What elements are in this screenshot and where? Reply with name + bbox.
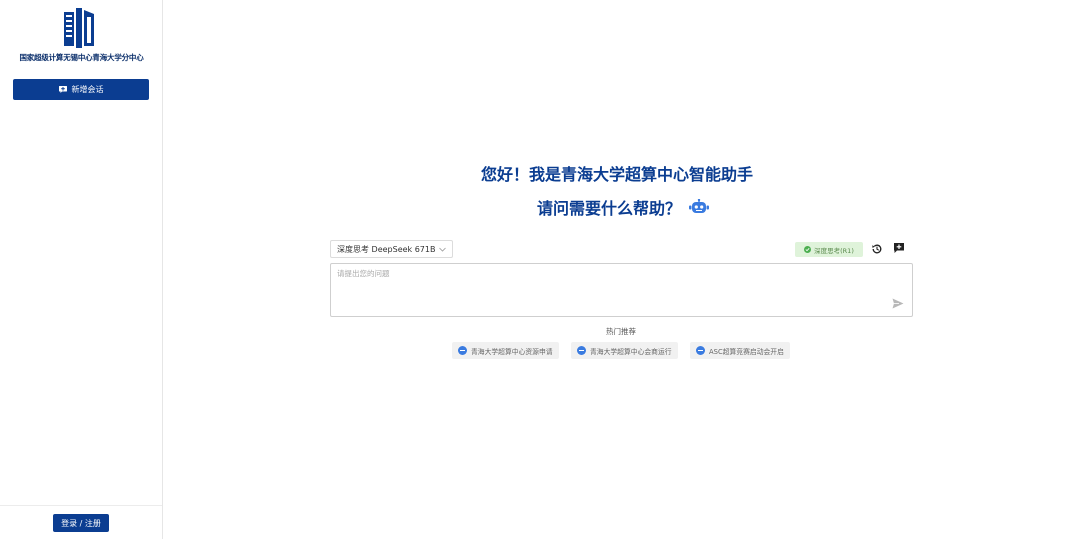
hot-item-label: 青海大学超算中心会商运行	[590, 347, 672, 356]
model-select-value: 深度思考 DeepSeek 671B	[337, 244, 436, 254]
chip-icon	[696, 346, 705, 355]
question-input[interactable]	[337, 268, 887, 312]
model-select[interactable]: 深度思考 DeepSeek 671B	[330, 240, 453, 258]
hot-item-label: 青海大学超算中心资源申请	[471, 347, 553, 356]
greeting-subtitle: 请问需要什么帮助？	[537, 195, 710, 219]
sidebar: 国家超级计算无锡中心青海大学分中心 新增会话 登录 / 注册	[0, 0, 163, 539]
chip-icon	[458, 346, 467, 355]
robot-icon	[689, 199, 710, 213]
hot-item-label: ASC超算竞赛启动会开启	[709, 347, 784, 356]
chat-plus-icon	[58, 86, 67, 93]
check-icon	[804, 246, 812, 253]
hot-item-resource-apply[interactable]: 青海大学超算中心资源申请	[452, 342, 559, 359]
new-chat-button[interactable]: 新增会话	[13, 79, 149, 100]
organization-name: 国家超级计算无锡中心青海大学分中心	[19, 53, 144, 62]
login-register-button[interactable]: 登录 / 注册	[53, 514, 109, 532]
chip-icon	[577, 346, 586, 355]
new-chat-label: 新增会话	[71, 85, 104, 94]
send-icon[interactable]	[892, 298, 904, 309]
hot-recommend-title: 热门推荐	[606, 327, 636, 336]
deep-think-toggle[interactable]: 深度思考(R1)	[795, 242, 863, 257]
question-input-box	[330, 263, 913, 317]
new-message-icon[interactable]	[893, 242, 905, 254]
sidebar-divider	[0, 505, 162, 506]
greeting-subtitle-text: 请问需要什么帮助？	[537, 199, 682, 218]
logo-icon	[64, 8, 94, 48]
deep-think-label: 深度思考(R1)	[814, 246, 854, 255]
hot-item-asc-kickoff[interactable]: ASC超算竞赛启动会开启	[690, 342, 790, 359]
chevron-down-icon	[439, 247, 446, 252]
app-root: 国家超级计算无锡中心青海大学分中心 新增会话 登录 / 注册 您好！我是青海大学…	[0, 0, 1080, 539]
history-icon[interactable]	[871, 243, 883, 255]
hot-item-consultation[interactable]: 青海大学超算中心会商运行	[571, 342, 678, 359]
greeting-title: 您好！我是青海大学超算中心智能助手	[481, 165, 754, 184]
